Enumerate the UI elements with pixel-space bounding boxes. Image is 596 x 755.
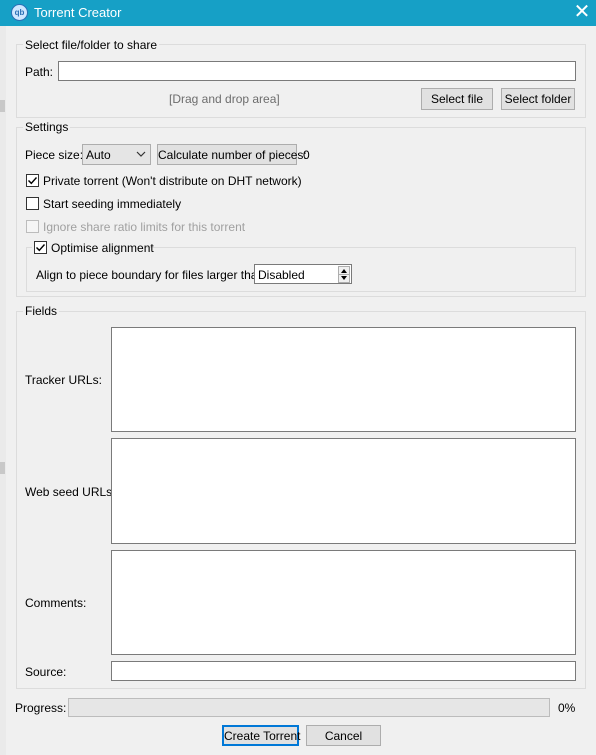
close-icon[interactable]: ✕	[570, 1, 594, 23]
align-boundary-value: Disabled	[258, 268, 305, 282]
pieces-count: 0	[303, 148, 310, 162]
comments-label: Comments:	[25, 596, 87, 610]
qbittorrent-logo-icon: qb	[11, 4, 28, 21]
window-title: Torrent Creator	[34, 5, 122, 20]
source-group-title: Select file/folder to share	[23, 38, 160, 52]
web-seed-urls-label: Web seed URLs:	[25, 485, 116, 499]
optimise-alignment-checkbox[interactable]	[34, 241, 47, 254]
comments-textarea[interactable]	[111, 550, 576, 655]
background-window-edge	[0, 26, 6, 755]
drag-drop-area[interactable]: [Drag and drop area]	[169, 92, 280, 106]
select-folder-button[interactable]: Select folder	[501, 88, 575, 110]
source-label: Source:	[25, 665, 67, 679]
tracker-urls-label: Tracker URLs:	[25, 373, 102, 387]
progress-percent: 0%	[558, 701, 576, 715]
select-file-button[interactable]: Select file	[421, 88, 493, 110]
checkmark-icon	[28, 177, 38, 185]
ignore-ratio-label: Ignore share ratio limits for this torre…	[43, 220, 246, 234]
private-torrent-label: Private torrent (Won't distribute on DHT…	[43, 174, 302, 188]
align-boundary-label: Align to piece boundary for files larger…	[36, 268, 268, 282]
chevron-down-icon	[136, 151, 146, 157]
background-edge-mark	[0, 100, 5, 112]
web-seed-urls-textarea[interactable]	[111, 438, 576, 544]
background-edge-mark	[0, 462, 5, 474]
progress-label: Progress:	[15, 701, 67, 715]
arrow-down-icon	[341, 276, 347, 280]
progress-bar	[68, 698, 550, 717]
piece-size-dropdown[interactable]: Auto	[82, 144, 151, 165]
tracker-urls-textarea[interactable]	[111, 327, 576, 432]
piece-size-value: Auto	[86, 148, 111, 162]
start-seeding-checkbox[interactable]	[26, 197, 39, 210]
fields-group-title: Fields	[23, 304, 60, 318]
title-bar: qb Torrent Creator ✕	[0, 0, 596, 26]
optimise-alignment-label: Optimise alignment	[51, 241, 154, 255]
private-torrent-checkbox[interactable]	[26, 174, 39, 187]
align-boundary-spinbox[interactable]: Disabled	[254, 264, 352, 284]
arrow-up-icon	[341, 269, 347, 273]
path-label: Path:	[25, 65, 54, 79]
cancel-button[interactable]: Cancel	[306, 725, 381, 746]
source-input[interactable]	[111, 661, 576, 681]
path-input[interactable]	[58, 61, 576, 81]
create-torrent-button[interactable]: Create Torrent	[222, 725, 300, 746]
calculate-pieces-button[interactable]: Calculate number of pieces:	[157, 144, 307, 165]
spin-down-button[interactable]	[338, 274, 350, 283]
ignore-ratio-checkbox	[26, 220, 39, 233]
piece-size-label: Piece size:	[25, 148, 84, 162]
checkmark-icon	[36, 244, 46, 252]
settings-group-title: Settings	[23, 120, 71, 134]
start-seeding-label: Start seeding immediately	[43, 197, 182, 211]
